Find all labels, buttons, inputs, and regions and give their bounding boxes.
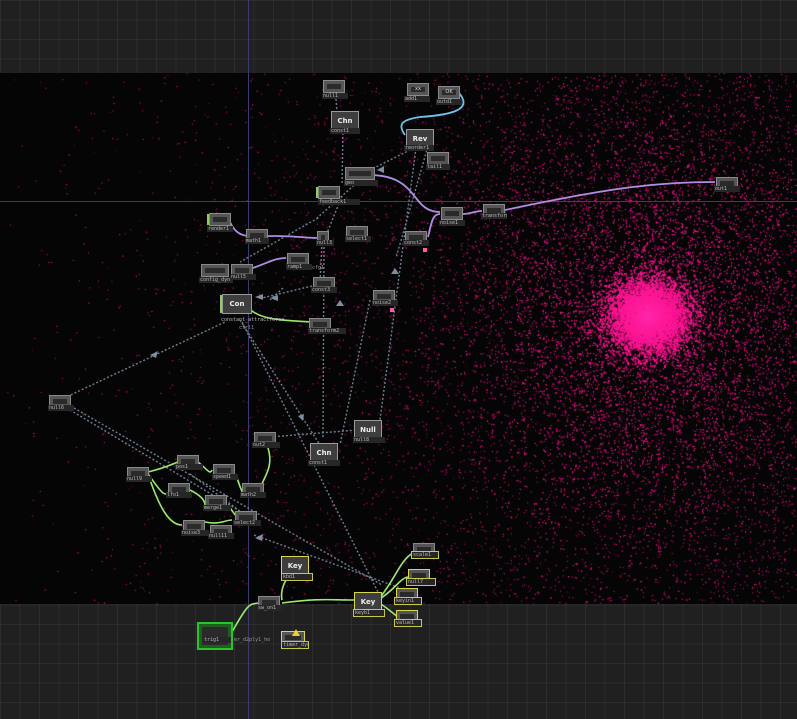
geometry-wire	[229, 221, 318, 239]
node-label: transform1	[481, 213, 507, 219]
operator-node[interactable]: Key	[354, 592, 382, 610]
node-label: timer_dyn	[281, 641, 309, 649]
node-label: null8	[353, 437, 385, 443]
node-label: speed1	[212, 474, 238, 480]
node-label: scale1	[411, 551, 439, 559]
node-label: feedback1	[318, 199, 360, 205]
node-label: render1	[207, 226, 233, 232]
wire-caption: er_d2ply1_ho	[234, 637, 271, 643]
operator-node[interactable]	[345, 167, 375, 180]
wire-arrow	[391, 268, 399, 274]
node-label: outd1	[436, 99, 462, 105]
operator-node[interactable]: Con	[220, 294, 252, 314]
wire-caption: ctrl1	[239, 325, 255, 331]
link-wire	[261, 285, 313, 299]
node-label: null5	[230, 274, 256, 280]
operator-node[interactable]: Chn	[331, 111, 359, 129]
node-label: out1	[714, 186, 740, 192]
node-label: kbd1	[281, 573, 313, 581]
warning-icon	[292, 629, 300, 636]
operator-node[interactable]	[201, 264, 229, 277]
geometry-wire	[368, 174, 441, 213]
node-label: tail1	[426, 164, 450, 170]
link-wire	[59, 321, 226, 401]
wire-arrow	[336, 300, 344, 306]
node-label: lfo1	[166, 492, 192, 498]
node-label: pos1	[175, 464, 203, 470]
control-wire	[281, 598, 355, 604]
node-label: math2	[240, 492, 266, 498]
node-label: noise2	[372, 300, 398, 306]
wire-arrow	[255, 534, 263, 541]
node-label: add1	[404, 96, 430, 102]
link-wire	[322, 242, 325, 439]
operator-node[interactable]	[207, 213, 231, 226]
node-label: noise3	[181, 530, 209, 536]
viewer-flag-icon	[390, 308, 394, 312]
node-label: select2	[233, 520, 261, 526]
node-label: reorder1	[404, 145, 434, 151]
link-wire	[73, 407, 383, 586]
node-label: const1	[308, 460, 340, 466]
control-wire	[189, 489, 206, 506]
node-label: null1	[322, 93, 348, 99]
node-label: value1	[394, 619, 422, 627]
link-wire	[253, 534, 401, 589]
node-label: trig1	[203, 637, 231, 643]
node-label: math1	[245, 238, 269, 244]
node-label: const2	[403, 240, 429, 246]
operator-node[interactable]: Null	[354, 420, 382, 438]
node-label: sw_on1	[257, 605, 283, 611]
node-label: ramp1	[286, 264, 312, 270]
wire-caption: cfg1	[312, 265, 325, 271]
operator-node[interactable]	[441, 207, 463, 220]
operator-node[interactable]	[316, 186, 340, 199]
link-wire	[341, 128, 344, 186]
control-wire	[147, 461, 179, 473]
operator-node[interactable]: OK	[438, 86, 460, 99]
control-wire	[231, 602, 259, 633]
node-label: config_dyn	[199, 277, 233, 283]
node-label: out2	[252, 442, 280, 448]
node-label: keyb1	[353, 609, 385, 617]
node-label: null6	[48, 405, 74, 411]
viewer-flag-icon	[423, 248, 427, 252]
node-label: null11	[208, 533, 234, 539]
wire-arrow	[377, 166, 384, 173]
node-label: const1	[330, 128, 360, 134]
node-label: merge1	[203, 505, 231, 511]
geometry-wire	[504, 181, 716, 211]
control-wire	[204, 519, 233, 524]
node-label: noise1	[439, 220, 465, 226]
operator-node[interactable]: Chn	[310, 443, 338, 461]
node-label: transform2	[308, 328, 346, 334]
node-label: constant_attractforce	[221, 317, 284, 323]
operator-node[interactable]: Key	[281, 556, 309, 574]
node-label: keyin1	[394, 597, 422, 605]
wire-arrow	[255, 294, 263, 300]
node-label: null9	[126, 476, 152, 482]
node-label: null3	[316, 240, 334, 246]
link-wire	[379, 147, 417, 421]
node-network-canvas[interactable]: null1 Chn const1 xx add1 OK outd1 Rev re…	[0, 0, 797, 719]
geometry-wire	[252, 257, 287, 269]
operator-node[interactable]: xx	[407, 83, 429, 96]
node-label: const3	[311, 287, 337, 293]
node-label: geo	[344, 180, 378, 186]
node-label: null7	[406, 578, 436, 586]
geometry-wire	[462, 210, 483, 215]
wire-arrow	[298, 414, 304, 421]
node-label: select1	[345, 236, 371, 242]
operator-node[interactable]	[323, 80, 345, 93]
link-wire	[239, 319, 323, 449]
operator-node-selected[interactable]	[197, 622, 233, 650]
